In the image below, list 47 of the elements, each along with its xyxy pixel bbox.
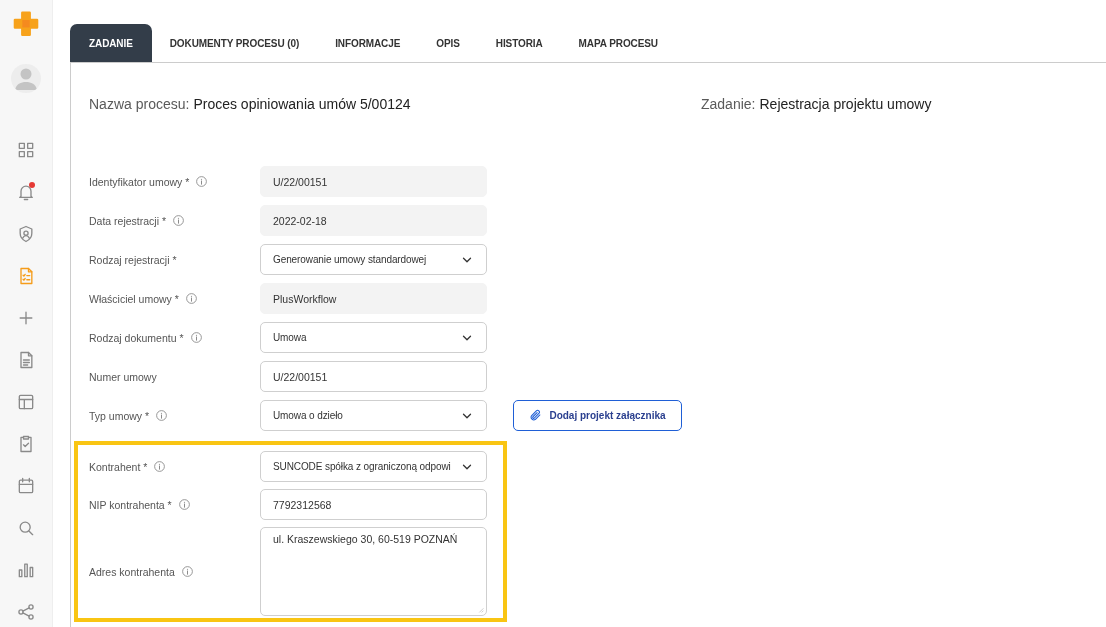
field-label: Data rejestracji *	[89, 214, 167, 227]
field-label: Właściciel umowy *	[89, 292, 179, 305]
header-label: Nazwa procesu:	[89, 96, 190, 112]
info-icon[interactable]	[153, 460, 167, 473]
input-field[interactable]: U/22/00151	[260, 361, 487, 392]
field-label: Kontrahent *	[89, 460, 148, 473]
field-label: Rodzaj dokumentu *	[89, 331, 184, 344]
info-icon[interactable]	[177, 498, 191, 511]
info-icon[interactable]	[180, 565, 194, 578]
field-label: Rodzaj rejestracji *	[89, 253, 177, 266]
tab[interactable]: INFORMACJE	[317, 24, 419, 62]
grid-icon	[16, 140, 36, 160]
calendar-icon	[16, 476, 36, 496]
text-area[interactable]: ul. Kraszewskiego 30, 60-519 POZNAŃ	[260, 527, 487, 616]
dropdown[interactable]: Umowa o dzieło	[260, 400, 487, 431]
paperclip-icon	[529, 409, 543, 422]
resize-grip-icon	[477, 606, 484, 613]
readonly-field: PlusWorkflow	[260, 283, 487, 314]
info-icon[interactable]	[195, 175, 209, 188]
tab[interactable]: HISTORIA	[477, 24, 561, 62]
attach-button[interactable]: Dodaj projekt załącznika	[513, 400, 682, 431]
readonly-field: 2022-02-18	[260, 205, 487, 236]
tab[interactable]: ZADANIE	[70, 24, 152, 62]
tab[interactable]: MAPA PROCESU	[560, 24, 676, 62]
share-icon	[16, 602, 36, 622]
input-field[interactable]: 7792312568	[260, 489, 487, 520]
header-value: Rejestracja projektu umowy	[759, 96, 932, 112]
readonly-field: U/22/00151	[260, 166, 487, 197]
tab[interactable]: OPIS	[418, 24, 478, 62]
field-label: Adres kontrahenta	[89, 565, 175, 578]
field-label: Numer umowy	[89, 370, 157, 383]
field-label: Typ umowy *	[89, 409, 150, 422]
layout-icon	[16, 392, 36, 412]
field-label: NIP kontrahenta *	[89, 498, 172, 511]
header-value: Proces opiniowania umów 5/00124	[193, 96, 411, 112]
avatar[interactable]	[11, 63, 41, 93]
info-icon[interactable]	[184, 292, 198, 305]
dropdown[interactable]: Generowanie umowy standardowej	[260, 244, 487, 275]
info-icon[interactable]	[172, 214, 186, 227]
tab[interactable]: DOKUMENTY PROCESU (0)	[151, 24, 318, 62]
dropdown[interactable]: Umowa	[260, 322, 487, 353]
info-icon[interactable]	[155, 409, 169, 422]
header-label: Zadanie:	[701, 96, 756, 112]
info-icon[interactable]	[189, 331, 203, 344]
dropdown[interactable]: SUNCODE spółka z ograniczoną odpowi	[260, 451, 487, 482]
field-label: Identyfikator umowy *	[89, 175, 190, 188]
logo-icon[interactable]	[11, 9, 41, 39]
